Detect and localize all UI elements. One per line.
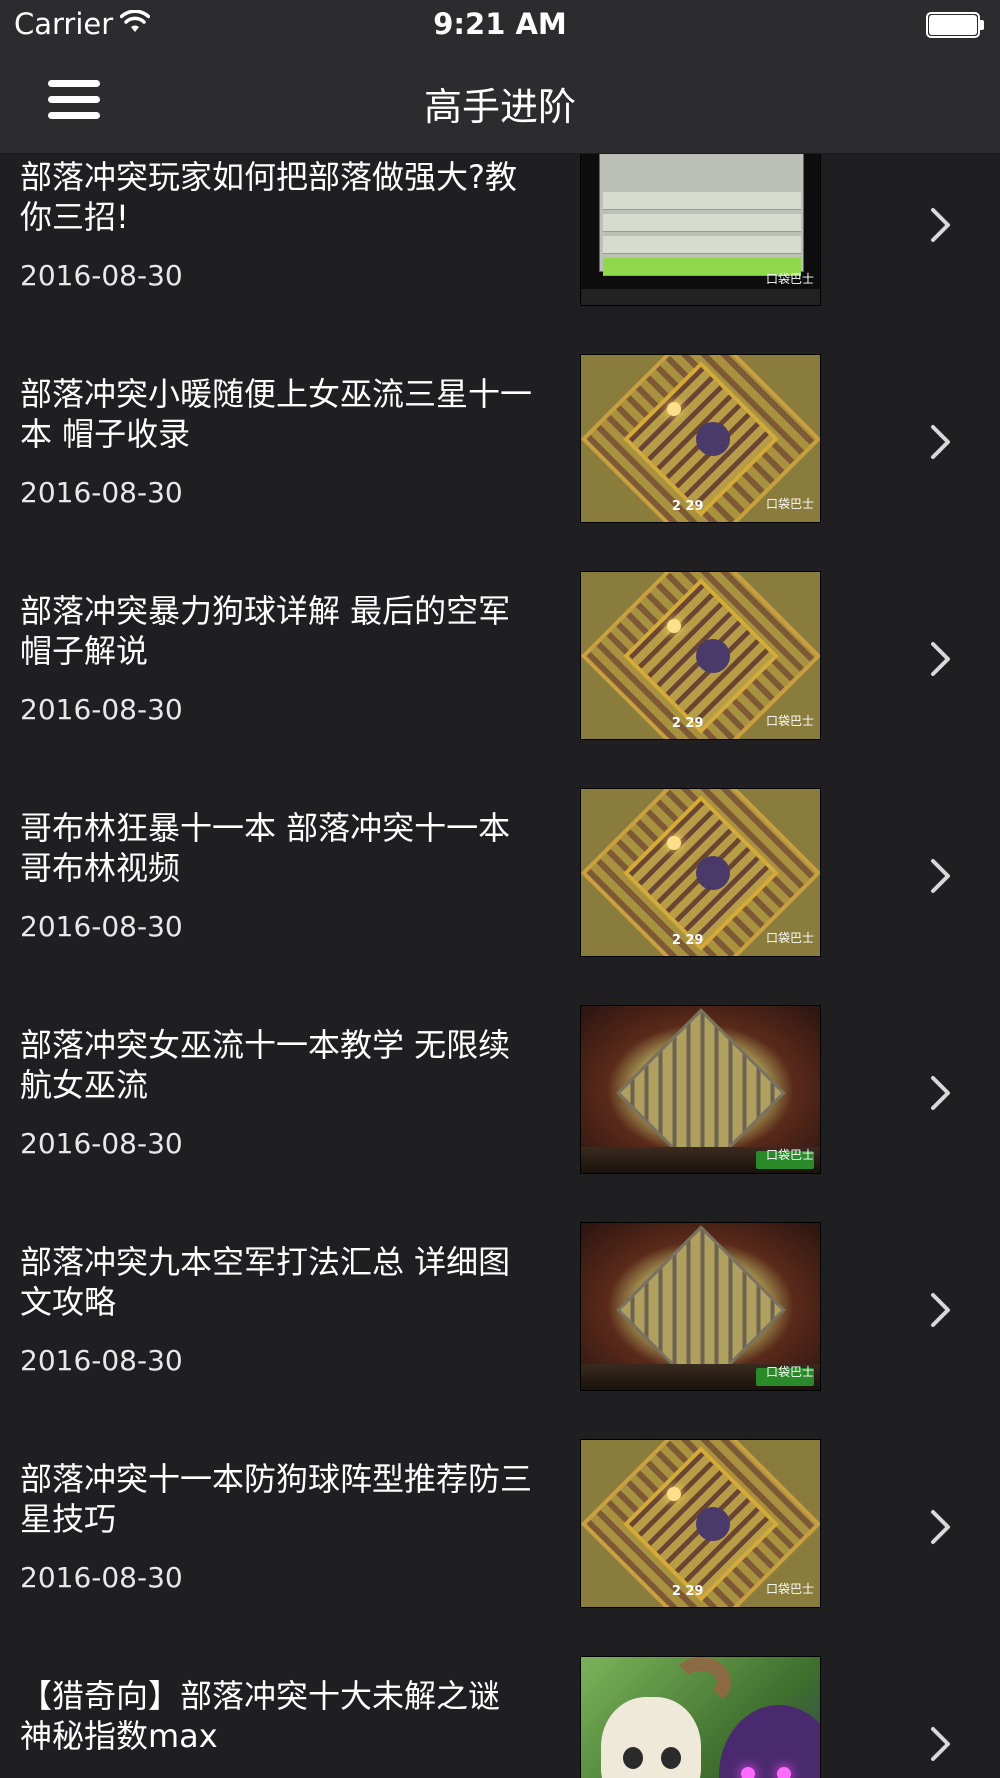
battery-icon [926,12,984,38]
list-item[interactable]: 部落冲突九本空军打法汇总 详细图文攻略 2016-08-30 口袋巴士 [0,1204,1000,1421]
article-date: 2016-08-30 [20,1561,183,1594]
thumbnail-watermark: 口袋巴士 [765,497,814,511]
navigation-bar: 高手进阶 [0,50,1000,154]
article-thumbnail [580,1656,821,1778]
thumbnail-score: 2 29 [671,716,704,731]
article-date: 2016-08-30 [20,1344,183,1377]
article-list[interactable]: 部落冲突玩家如何把部落做强大?教你三招! 2016-08-30 口袋巴士 部落冲突小暖… [0,154,1000,1778]
article-thumbnail: 2 29 口袋巴士 [580,354,821,523]
thumbnail-score: 2 29 [671,933,704,948]
thumbnail-watermark: 口袋巴士 [765,931,814,945]
thumbnail-watermark: 口袋巴士 [765,1582,814,1596]
list-item[interactable]: 部落冲突小暖随便上女巫流三星十一本 帽子收录 2016-08-30 2 29 口袋巴士 [0,336,1000,553]
article-thumbnail: 2 29 口袋巴士 [580,788,821,957]
article-thumbnail: 口袋巴士 [580,1005,821,1174]
chevron-right-icon [931,859,950,893]
article-date: 2016-08-30 [20,259,183,292]
article-title: 部落冲突女巫流十一本教学 无限续航女巫流 [20,1026,511,1104]
list-item[interactable]: 部落冲突暴力狗球详解 最后的空军帽子解说 2016-08-30 2 29 口袋巴士 [0,553,1000,770]
list-item[interactable]: 【猎奇向】部落冲突十大未解之谜 神秘指数max [0,1638,1000,1778]
article-date: 2016-08-30 [20,910,183,943]
article-date: 2016-08-30 [20,476,183,509]
article-title: 部落冲突小暖随便上女巫流三星十一本 帽子收录 [20,375,533,453]
chevron-right-icon [931,1727,950,1761]
article-title: 部落冲突暴力狗球详解 最后的空军帽子解说 [20,592,511,670]
clock: 9:21 AM [433,7,567,41]
thumbnail-score: 2 29 [671,1584,704,1599]
chevron-right-icon [931,1510,950,1544]
list-item[interactable]: 部落冲突女巫流十一本教学 无限续航女巫流 2016-08-30 口袋巴士 [0,987,1000,1204]
thumbnail-watermark: 口袋巴士 [765,714,814,728]
article-thumbnail: 口袋巴士 [580,154,821,306]
article-thumbnail: 2 29 口袋巴士 [580,1439,821,1608]
article-title: 部落冲突十一本防狗球阵型推荐防三星技巧 [20,1460,533,1538]
status-bar: Carrier 9:21 AM [0,0,1000,50]
article-title: 部落冲突玩家如何把部落做强大?教你三招! [20,158,517,236]
chevron-right-icon [931,208,950,242]
chevron-right-icon [931,642,950,676]
thumbnail-watermark: 口袋巴士 [765,1365,814,1379]
chevron-right-icon [931,425,950,459]
list-item[interactable]: 部落冲突十一本防狗球阵型推荐防三星技巧 2016-08-30 2 29 口袋巴士 [0,1421,1000,1638]
article-title: 部落冲突九本空军打法汇总 详细图文攻略 [20,1243,511,1321]
thumbnail-score: 2 29 [671,499,704,514]
chevron-right-icon [931,1076,950,1110]
article-date: 2016-08-30 [20,1127,183,1160]
thumbnail-watermark: 口袋巴士 [765,1148,814,1162]
chevron-right-icon [931,1293,950,1327]
list-item[interactable]: 哥布林狂暴十一本 部落冲突十一本哥布林视频 2016-08-30 2 29 口袋巴士 [0,770,1000,987]
article-date: 2016-08-30 [20,693,183,726]
article-title: 哥布林狂暴十一本 部落冲突十一本哥布林视频 [20,809,511,887]
article-title: 【猎奇向】部落冲突十大未解之谜 神秘指数max [20,1677,501,1755]
article-thumbnail: 口袋巴士 [580,1222,821,1391]
list-item[interactable]: 部落冲突玩家如何把部落做强大?教你三招! 2016-08-30 口袋巴士 [0,154,1000,336]
thumbnail-watermark: 口袋巴士 [765,272,814,286]
page-title: 高手进阶 [423,85,576,129]
article-thumbnail: 2 29 口袋巴士 [580,571,821,740]
